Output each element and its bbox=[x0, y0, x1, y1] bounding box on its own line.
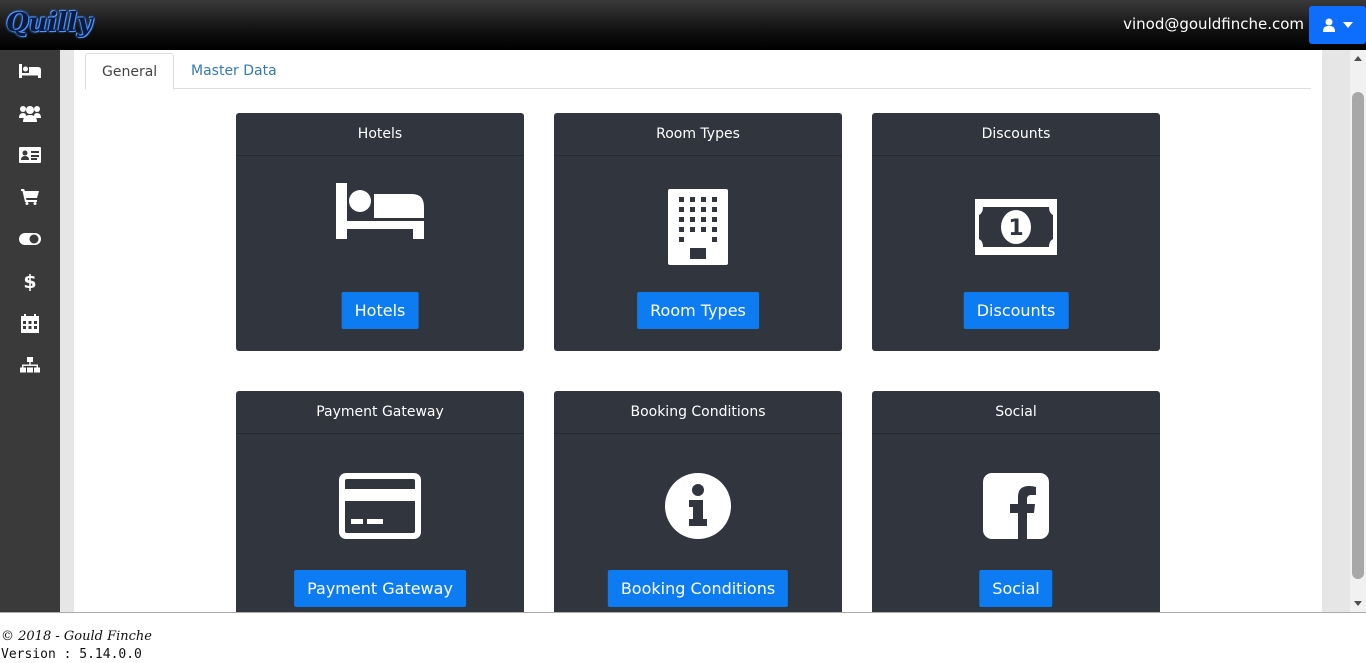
room-types-button[interactable]: Room Types bbox=[637, 292, 759, 329]
money-bill-icon: 1 bbox=[975, 199, 1057, 255]
credit-card-icon bbox=[339, 473, 421, 539]
sidebar-item-hotels[interactable] bbox=[0, 50, 60, 92]
sidebar-item-pricing[interactable]: $ bbox=[0, 260, 60, 302]
card-title: Discounts bbox=[872, 113, 1160, 156]
users-icon bbox=[19, 106, 41, 122]
discounts-button[interactable]: Discounts bbox=[963, 292, 1069, 329]
card-title: Booking Conditions bbox=[554, 391, 842, 434]
footer: © 2018 - Gould Finche Version : 5.14.0.0 bbox=[0, 612, 1366, 663]
top-navbar: Quilly vinod@gouldfinche.com bbox=[0, 0, 1366, 50]
card-title: Social bbox=[872, 391, 1160, 434]
user-email: vinod@gouldfinche.com bbox=[1123, 15, 1304, 33]
dollar-icon: $ bbox=[24, 271, 36, 291]
chevron-down-icon bbox=[1342, 22, 1353, 28]
svg-text:1: 1 bbox=[1008, 216, 1023, 241]
sidebar-item-structure[interactable] bbox=[0, 344, 60, 386]
facebook-icon bbox=[983, 473, 1049, 539]
user-menu-button[interactable] bbox=[1309, 6, 1366, 44]
user-icon bbox=[1322, 18, 1335, 32]
booking-conditions-button[interactable]: Booking Conditions bbox=[607, 570, 789, 607]
building-icon bbox=[668, 189, 728, 265]
card-hotels: Hotels Hotels bbox=[236, 113, 524, 351]
scrollbar-thumb[interactable] bbox=[1352, 92, 1364, 579]
sidebar-item-contacts[interactable] bbox=[0, 134, 60, 176]
svg-text:$: $ bbox=[24, 271, 36, 291]
sidebar: $ bbox=[0, 50, 60, 612]
tab-bar: General Master Data bbox=[85, 53, 1311, 90]
card-booking-conditions: Booking Conditions Booking Conditions bbox=[554, 391, 842, 612]
sidebar-item-orders[interactable] bbox=[0, 176, 60, 218]
bed-icon bbox=[336, 183, 424, 239]
info-circle-icon bbox=[665, 473, 731, 539]
card-title: Hotels bbox=[236, 113, 524, 156]
payment-gateway-button[interactable]: Payment Gateway bbox=[294, 570, 466, 607]
id-card-icon bbox=[19, 147, 41, 163]
sidebar-item-calendar[interactable] bbox=[0, 302, 60, 344]
main-content: General Master Data Hotels Hotels Room T… bbox=[74, 50, 1322, 612]
bed-icon bbox=[19, 64, 41, 78]
cart-icon bbox=[21, 189, 39, 205]
copyright-text: © 2018 - Gould Finche bbox=[1, 629, 152, 644]
sitemap-icon bbox=[20, 357, 40, 373]
scroll-down-arrow-icon[interactable] bbox=[1354, 601, 1362, 606]
toggle-icon bbox=[19, 233, 41, 245]
card-discounts: Discounts 1 Discounts bbox=[872, 113, 1160, 351]
sidebar-item-guests[interactable] bbox=[0, 92, 60, 134]
calendar-icon bbox=[21, 313, 39, 333]
vertical-scrollbar[interactable] bbox=[1350, 50, 1366, 612]
card-social: Social Social bbox=[872, 391, 1160, 612]
tab-master-data[interactable]: Master Data bbox=[175, 53, 293, 89]
app-logo[interactable]: Quilly bbox=[6, 8, 92, 38]
social-button[interactable]: Social bbox=[979, 570, 1053, 607]
scroll-up-arrow-icon[interactable] bbox=[1354, 56, 1362, 61]
sidebar-item-settings-toggle[interactable] bbox=[0, 218, 60, 260]
tab-general[interactable]: General bbox=[85, 53, 175, 90]
card-title: Payment Gateway bbox=[236, 391, 524, 434]
card-room-types: Room Types Room Types bbox=[554, 113, 842, 351]
version-text: Version : 5.14.0.0 bbox=[1, 647, 142, 662]
hotels-button[interactable]: Hotels bbox=[341, 292, 419, 329]
card-payment-gateway: Payment Gateway Payment Gateway bbox=[236, 391, 524, 612]
card-title: Room Types bbox=[554, 113, 842, 156]
